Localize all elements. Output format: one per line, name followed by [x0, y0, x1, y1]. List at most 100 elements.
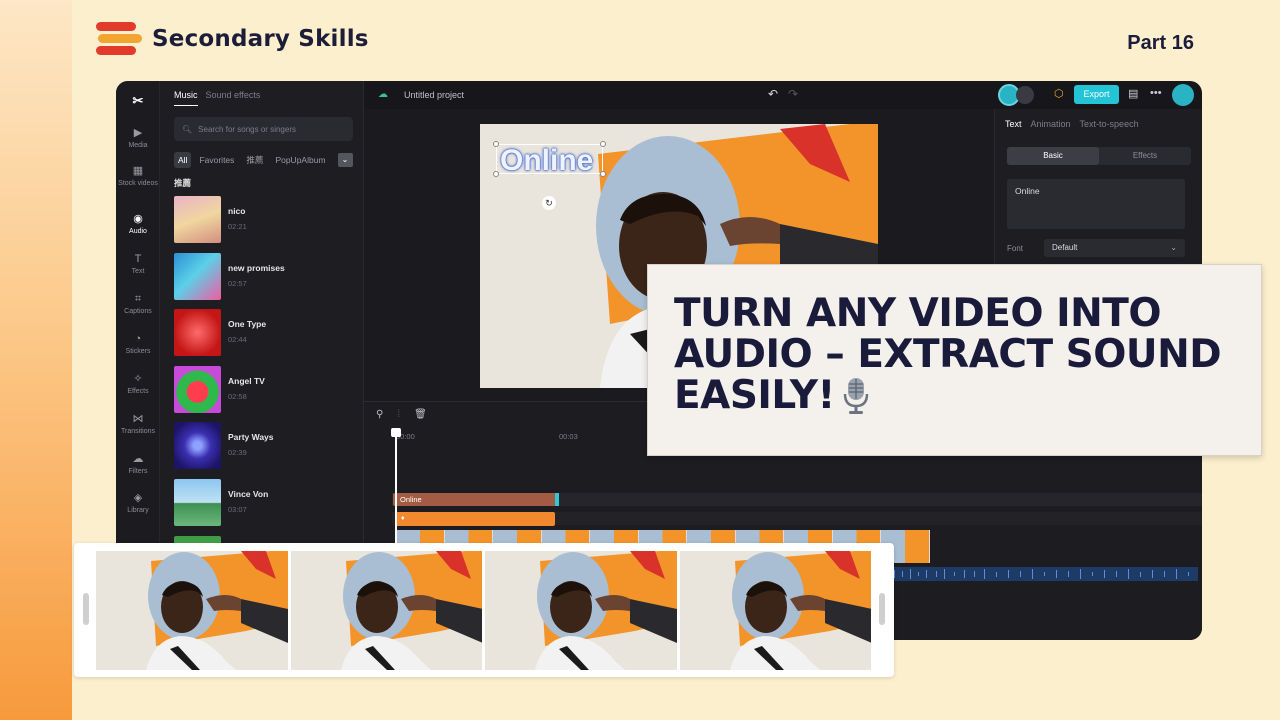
rail-item-audio[interactable]: ◉ Audio [116, 213, 160, 236]
track-title: new promises [228, 263, 285, 273]
redo-icon[interactable]: ↷ [788, 87, 798, 101]
resize-handle[interactable] [600, 171, 606, 177]
rail-item-transitions[interactable]: ⋈ Transitions [116, 413, 160, 436]
stickers-icon: ◔ [134, 333, 142, 345]
brand-logo-icon [96, 20, 142, 58]
filters-icon: ☁ [132, 453, 144, 465]
track-duration: 03:07 [228, 505, 247, 514]
filmstrip-frame [290, 551, 482, 670]
transitions-icon: ⋈ [132, 413, 144, 425]
search-input[interactable] [198, 124, 349, 134]
audio-icon: ◉ [133, 213, 143, 225]
filter-recommended[interactable]: 推薦 [242, 151, 267, 169]
resize-handle[interactable] [600, 141, 606, 147]
timeline-toolbar: ⚲ ⁞ 🗑︎ [376, 409, 427, 420]
ruler-tick: 00:03 [559, 432, 578, 441]
rail-item-media[interactable]: ▶ Media [116, 127, 160, 150]
split-icon[interactable]: ⚲ [376, 409, 383, 420]
user-avatar[interactable] [1172, 84, 1194, 106]
filmstrip-preview [74, 543, 894, 677]
media-icon: ▶ [133, 127, 143, 139]
track-title: Vince Von [228, 489, 269, 499]
resize-handle[interactable] [493, 141, 499, 147]
sticker-clip[interactable]: ♦ [395, 512, 555, 526]
tab-sound-effects[interactable]: Sound effects [206, 90, 261, 106]
list-item[interactable]: Angel TV 02:58 [174, 366, 354, 414]
delete-icon[interactable]: 🗑︎ [414, 409, 427, 420]
text-content-field[interactable]: Online [1007, 179, 1185, 229]
segment-basic[interactable]: Basic [1007, 147, 1099, 165]
track-cover [174, 422, 221, 469]
filmstrip-frame [485, 551, 677, 670]
add-collaborator-icon[interactable] [1016, 86, 1034, 104]
track-duration: 02:44 [228, 335, 247, 344]
filter-chips: All Favorites 推薦 PopUpAlbum ⌄ [174, 151, 353, 169]
rail-item-stock-videos[interactable]: ▦ Stock videos [116, 165, 160, 188]
track-cover [174, 366, 221, 413]
rail-item-filters[interactable]: ☁ Filters [116, 453, 160, 476]
cut-icon[interactable]: ⁞ [397, 409, 400, 420]
tab-animation[interactable]: Animation [1031, 119, 1071, 129]
tab-text-to-speech[interactable]: Text-to-speech [1080, 119, 1139, 129]
filter-favorites[interactable]: Favorites [195, 152, 238, 168]
effects-icon: ✧ [133, 373, 143, 385]
track-title: Angel TV [228, 376, 265, 386]
track-title: nico [228, 206, 246, 216]
audio-waveform[interactable] [884, 567, 1198, 581]
undo-icon[interactable]: ↶ [768, 87, 778, 101]
track-cover [174, 196, 221, 243]
rail-item-effects[interactable]: ✧ Effects [116, 373, 160, 396]
overlay-text[interactable]: Online [500, 144, 593, 178]
trim-handle-right[interactable] [879, 593, 885, 625]
shortcuts-icon[interactable]: ▤ [1128, 87, 1138, 100]
track-cover [174, 309, 221, 356]
list-item[interactable]: Vince Von 03:07 [174, 479, 354, 527]
headline-text: TURN ANY VIDEO INTO AUDIO – EXTRACT SOUN… [674, 293, 1244, 416]
text-clip[interactable]: Online [393, 493, 559, 506]
project-title[interactable]: Untitled project [404, 90, 464, 100]
more-icon[interactable]: ••• [1150, 87, 1162, 99]
microphone-icon [843, 378, 868, 414]
list-item[interactable]: Party Ways 02:39 [174, 422, 354, 470]
text-selection-box[interactable]: Online [493, 141, 606, 177]
trim-handle-left[interactable] [83, 593, 89, 625]
captions-icon: ⌗ [134, 293, 142, 305]
top-bar: ☁ Untitled project ↶ ↷ ⬡ Export ▤ ••• [364, 81, 1202, 109]
section-heading: 推薦 [174, 178, 192, 188]
frame-image [290, 551, 482, 670]
chevron-down-icon: ⌄ [1170, 243, 1177, 252]
filmstrip-frame [96, 551, 288, 670]
left-decor-strip [0, 0, 72, 720]
list-item[interactable]: One Type 02:44 [174, 309, 354, 357]
part-label: Part 16 [1127, 32, 1194, 54]
track-title: One Type [228, 319, 267, 329]
track-duration: 02:58 [228, 392, 247, 401]
track-cover [174, 479, 221, 526]
track-duration: 02:39 [228, 448, 247, 457]
rail-item-library[interactable]: ◈ Library [116, 492, 160, 515]
search-box: 🔍︎ [174, 117, 353, 141]
font-select[interactable]: Default ⌄ [1044, 239, 1185, 257]
tab-text[interactable]: Text [1005, 119, 1022, 129]
premium-badge-icon[interactable]: ⬡ [1054, 87, 1064, 100]
rotate-icon[interactable]: ↻ [542, 196, 556, 210]
list-item[interactable]: new promises 02:57 [174, 253, 354, 301]
chevron-down-icon[interactable]: ⌄ [337, 153, 353, 167]
filter-popupalbum[interactable]: PopUpAlbum [271, 152, 329, 168]
segment-effects[interactable]: Effects [1099, 147, 1191, 165]
brand-header: Secondary Skills [96, 20, 369, 58]
tab-music[interactable]: Music [174, 90, 198, 106]
filter-all[interactable]: All [174, 152, 192, 168]
list-item[interactable]: nico 02:21 [174, 196, 354, 244]
text-icon: T [134, 253, 142, 265]
resize-handle[interactable] [493, 171, 499, 177]
brand-name: Secondary Skills [152, 26, 369, 52]
rail-item-text[interactable]: T Text [116, 253, 160, 276]
rail-item-captions[interactable]: ⌗ Captions [116, 293, 160, 316]
library-icon: ◈ [133, 492, 143, 504]
headline-label: TURN ANY VIDEO INTO AUDIO – EXTRACT SOUN… [674, 291, 1222, 418]
rail-item-stickers[interactable]: ◔ Stickers [116, 333, 160, 356]
export-button[interactable]: Export [1074, 85, 1119, 104]
app-logo-icon[interactable]: ✂ [129, 93, 147, 108]
filmstrip-frames [96, 551, 871, 670]
